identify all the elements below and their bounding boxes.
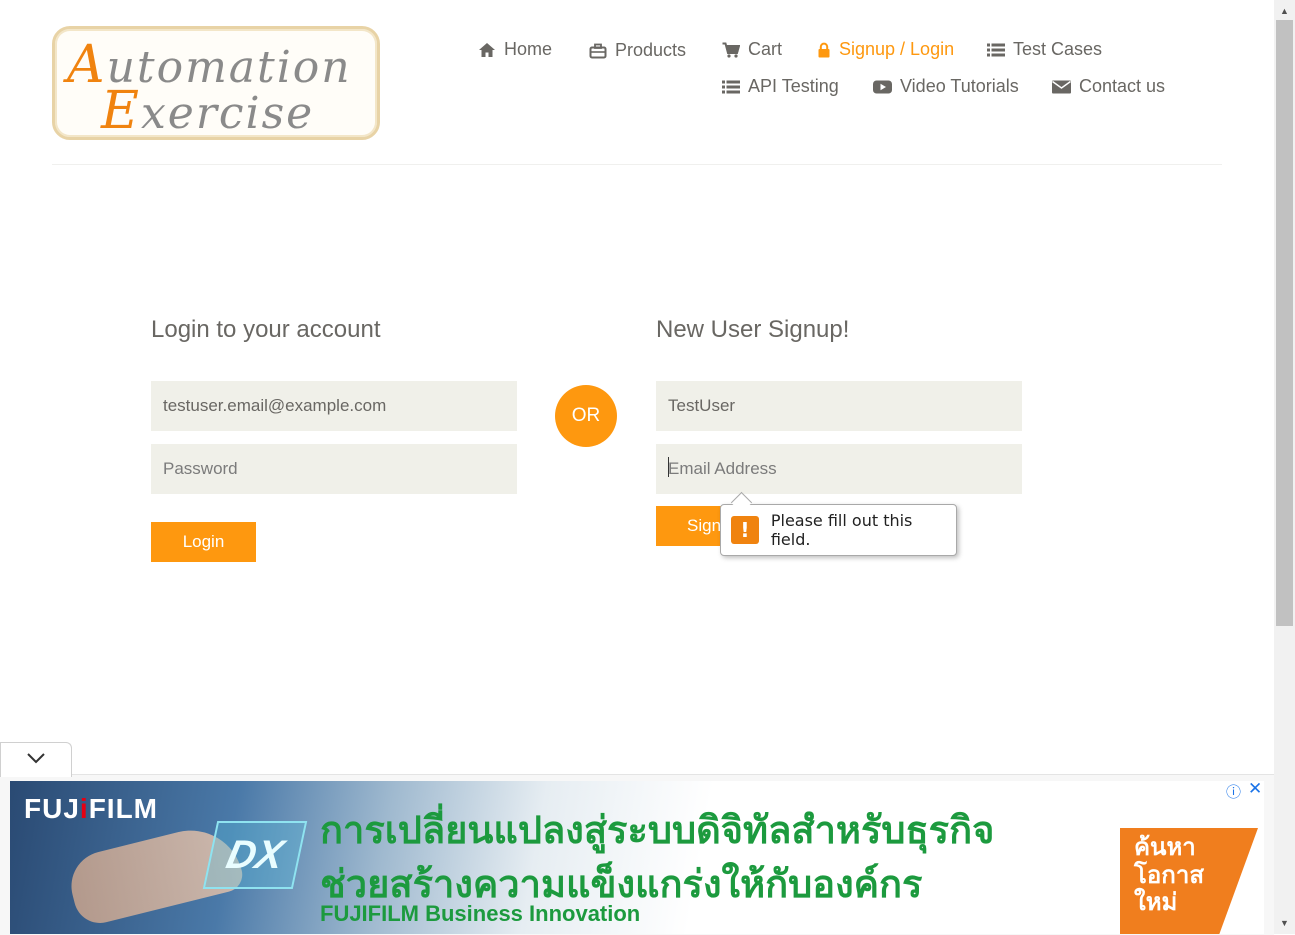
home-icon [478,42,496,58]
validation-tooltip: ! Please fill out this field. [720,504,957,556]
scroll-down-arrow-icon[interactable]: ▼ [1274,914,1295,932]
text-caret [668,457,669,477]
list-icon [722,80,740,94]
login-email-input[interactable] [151,381,517,431]
cart-icon [722,42,740,58]
ad-info-icon[interactable]: ⓘ [1226,781,1241,802]
briefcase-icon [589,43,607,59]
site-logo[interactable]: Automation Exercise [52,26,380,140]
signup-title: New User Signup! [656,316,850,343]
ad-cta-line-3: ใหม่ [1134,888,1178,917]
chevron-down-icon [26,751,46,769]
nav-products-label: Products [615,40,687,60]
nav-video-tutorials[interactable]: Video Tutorials [873,76,1019,97]
lock-icon [817,42,831,58]
logo-cap-e: E [101,81,141,141]
login-button[interactable]: Login [151,522,256,562]
ad-brand-i: i [79,793,89,824]
warning-icon: ! [731,516,759,544]
ad-cta-button[interactable]: ค้นหา โอกาส ใหม่ [1120,828,1258,934]
nav-products[interactable]: Products [589,40,686,61]
youtube-play-icon [873,80,892,94]
header-divider [52,164,1222,165]
nav-home[interactable]: Home [478,39,552,60]
ad-subline: FUJIFILM Business Innovation [320,901,641,926]
signup-email-input[interactable] [656,444,1022,494]
nav-api-testing[interactable]: API Testing [722,76,839,97]
nav-contact-us-label: Contact us [1079,76,1166,96]
nav-cart[interactable]: Cart [722,39,782,60]
ad-brand-logo: FUJiFILM [24,793,158,825]
nav-signup-login-label: Signup / Login [839,39,955,59]
or-divider: OR [555,385,617,447]
logo-word-2: xercise [140,88,315,139]
nav-test-cases-label: Test Cases [1013,39,1103,59]
nav-contact-us[interactable]: Contact us [1052,76,1165,97]
ad-close-icon[interactable]: ✕ [1248,779,1262,799]
ad-brand-part-2: FILM [88,793,158,824]
nav-signup-login[interactable]: Signup / Login [817,39,954,60]
login-password-input[interactable] [151,444,517,494]
ad-dx-badge: DX [202,821,308,889]
ad-banner[interactable]: FUJiFILM DX การเปลี่ยนแปลงสู่ระบบดิจิทัล… [10,781,1264,934]
list-icon [987,43,1005,57]
signup-name-input[interactable] [656,381,1022,431]
scroll-up-arrow-icon[interactable]: ▲ [1274,2,1295,20]
nav-home-label: Home [504,39,553,59]
validation-message: Please fill out this field. [770,511,913,549]
nav-api-testing-label: API Testing [748,76,839,96]
nav-cart-label: Cart [748,39,783,59]
logo-line-2: Exercise [101,85,314,137]
envelope-icon [1052,80,1071,94]
ad-brand-part-1: FUJ [24,793,80,824]
ad-cta-line-2: โอกาส [1134,860,1204,889]
scrollbar-thumb[interactable] [1276,20,1293,626]
ad-cta-line-1: ค้นหา [1134,833,1196,861]
nav-video-tutorials-label: Video Tutorials [900,76,1019,96]
ad-headline-1: การเปลี่ยนแปลงสู่ระบบดิจิทัลสำหรับธุรกิจ [320,808,995,852]
login-title: Login to your account [151,316,381,343]
ad-collapse-button[interactable] [0,742,72,777]
nav-test-cases[interactable]: Test Cases [987,39,1102,60]
